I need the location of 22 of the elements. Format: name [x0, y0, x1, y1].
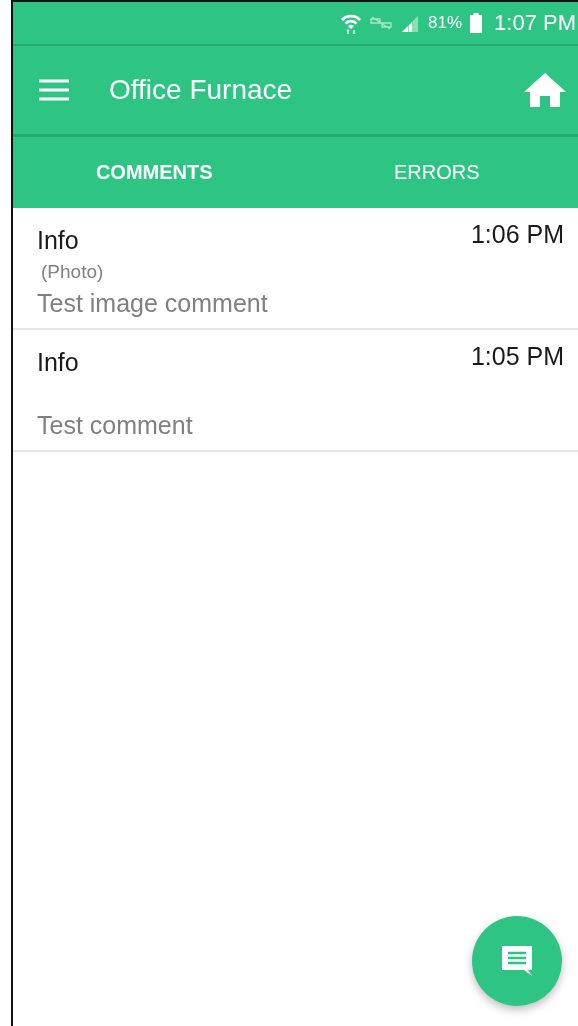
app-title: Office Furnace: [109, 74, 294, 106]
battery-icon: [470, 13, 483, 33]
home-icon: [524, 73, 566, 107]
comment-text: Test comment: [37, 411, 194, 440]
wifi-icon: [340, 12, 363, 34]
comment-time: 1:06 PM: [470, 220, 564, 249]
clock: 1:07 PM: [494, 10, 576, 36]
comment-type: Info: [37, 226, 79, 255]
menu-button[interactable]: [39, 79, 69, 101]
comment-type: Info: [37, 348, 79, 377]
menu-icon: [39, 79, 69, 101]
comment-item[interactable]: Info 1:06 PM (Photo) Test image comment: [13, 208, 578, 330]
comment-text: Test image comment: [37, 289, 269, 318]
comment-icon: [500, 944, 534, 978]
signal-icon: [400, 14, 421, 32]
comment-item[interactable]: Info 1:05 PM Test comment: [13, 330, 578, 452]
attachment-label: (Photo): [41, 261, 104, 283]
add-comment-button[interactable]: [472, 916, 562, 1006]
battery-percent: 81%: [428, 13, 463, 33]
home-button[interactable]: [524, 73, 566, 107]
network-off-icon: [370, 16, 393, 30]
comment-time: 1:05 PM: [470, 342, 564, 371]
